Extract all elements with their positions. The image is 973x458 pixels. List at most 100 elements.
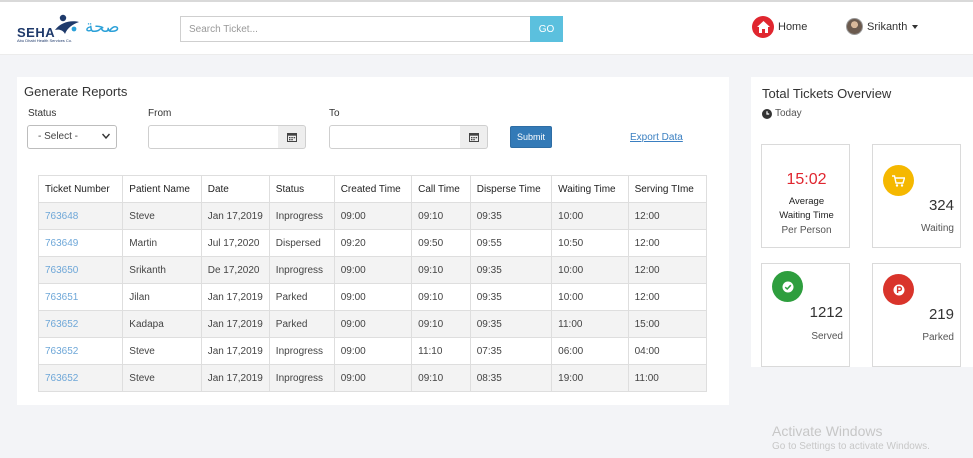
user-name: Srikanth: [867, 20, 908, 33]
table-cell: 09:35: [469, 310, 553, 338]
table-cell: 09:00: [333, 283, 413, 311]
table-row: 763652 Steve Jan 17,2019 Inprogress 09:00 09:…: [37, 364, 708, 392]
seha-logo[interactable]: SEHA Abu Dhabi Health Services Co. صحة: [15, 10, 125, 43]
table-cell: Inprogress: [268, 256, 335, 284]
waiting-label: Waiting: [921, 223, 954, 234]
table-cell: 09:10: [411, 364, 471, 392]
chevron-down-icon: [102, 133, 110, 139]
col-disperse-time: Disperse Time: [469, 175, 553, 203]
overview-title: Total Tickets Overview: [762, 86, 892, 101]
table-cell: 09:10: [411, 283, 471, 311]
to-date-input[interactable]: [329, 125, 461, 149]
table-cell: 12:00: [627, 256, 708, 284]
table-cell: 06:00: [551, 337, 629, 365]
submit-button[interactable]: Submit: [510, 126, 552, 148]
tickets-overview-panel: Total Tickets Overview Today 15:02 Avera…: [751, 77, 973, 367]
app-header: SEHA Abu Dhabi Health Services Co. صحة G…: [0, 2, 973, 55]
home-icon: [752, 16, 774, 38]
status-label: Status: [28, 108, 57, 119]
calendar-icon: [286, 133, 297, 142]
per-person-label: Per Person: [781, 225, 832, 236]
calendar-icon: [468, 133, 479, 142]
table-cell: 09:20: [333, 229, 413, 257]
table-cell: 12:00: [627, 283, 708, 311]
status-select[interactable]: - Select -: [27, 125, 117, 149]
col-waiting-time: Waiting Time: [551, 175, 629, 203]
table-cell: 04:00: [627, 337, 708, 365]
table-row: 763649 Martin Jul 17,2020 Dispersed 09:20 09:…: [37, 229, 708, 257]
table-cell: Inprogress: [268, 337, 335, 365]
table-cell: 09:00: [333, 364, 413, 392]
ticket-number-link[interactable]: 763652: [37, 310, 124, 338]
ticket-number-link[interactable]: 763649: [37, 229, 124, 257]
average-waiting-card: 15:02 Average Waiting Time Per Person: [761, 144, 850, 248]
table-row: 763652 Steve Jan 17,2019 Inprogress 09:00 11:…: [37, 337, 708, 365]
average-label: Average: [788, 196, 825, 207]
table-cell: 12:00: [627, 229, 708, 257]
table-cell: 10:50: [551, 229, 629, 257]
status-selected-value: - Select -: [38, 131, 79, 142]
waiting-count: 324: [928, 197, 954, 214]
table-row: 763652 Kadapa Jan 17,2019 Parked 09:00 09:10 0…: [37, 310, 708, 338]
ticket-number-link[interactable]: 763651: [37, 283, 124, 311]
table-cell: 11:00: [551, 310, 629, 338]
ticket-number-link[interactable]: 763652: [37, 337, 124, 365]
col-serving-time: Serving TIme: [627, 175, 708, 203]
col-date: Date: [200, 175, 270, 203]
table-cell: Martin: [122, 229, 202, 257]
table-cell: Steve: [122, 202, 202, 230]
table-cell: Kadapa: [122, 310, 202, 338]
table-cell: 09:00: [333, 256, 413, 284]
table-cell: Inprogress: [268, 364, 335, 392]
check-icon: [772, 271, 803, 302]
col-status: Status: [268, 175, 335, 203]
clock-icon: [762, 108, 772, 119]
table-cell: 12:00: [627, 202, 708, 230]
generate-reports-panel: Generate Reports Status - Select - From …: [17, 77, 729, 405]
table-row: 763651 Jilan Jan 17,2019 Parked 09:00 09:10 09…: [37, 283, 708, 311]
table-cell: 07:35: [469, 337, 553, 365]
ticket-number-link[interactable]: 763648: [37, 202, 124, 230]
table-cell: Inprogress: [268, 202, 335, 230]
table-cell: Jilan: [122, 283, 202, 311]
parked-card: 219 Parked: [872, 263, 961, 367]
table-cell: Parked: [268, 310, 335, 338]
home-link[interactable]: Home: [752, 16, 807, 38]
ticket-number-link[interactable]: 763652: [37, 364, 124, 392]
table-cell: Jul 17,2020: [200, 229, 270, 257]
table-cell: 11:10: [411, 337, 471, 365]
col-created-time: Created Time: [333, 175, 413, 203]
cart-icon: [883, 165, 914, 196]
table-cell: 09:50: [411, 229, 471, 257]
table-cell: 11:00: [627, 364, 708, 392]
to-calendar-button[interactable]: [460, 125, 488, 149]
home-label: Home: [778, 21, 808, 33]
reports-title: Generate Reports: [24, 84, 128, 99]
table-cell: 08:35: [469, 364, 553, 392]
table-cell: Steve: [122, 364, 202, 392]
table-cell: Steve: [122, 337, 202, 365]
table-cell: Jan 17,2019: [200, 283, 270, 311]
table-header-row: Ticket Number Patient Name Date Status C…: [37, 175, 708, 203]
export-data-link[interactable]: Export Data: [630, 132, 683, 143]
served-card: 1212 Served: [761, 263, 850, 367]
from-date-input[interactable]: [148, 125, 279, 149]
col-ticket-number: Ticket Number: [37, 175, 124, 203]
go-button[interactable]: GO: [530, 16, 563, 42]
table-cell: Jan 17,2019: [200, 202, 270, 230]
served-count: 1212: [809, 304, 843, 321]
ticket-number-link[interactable]: 763650: [37, 256, 124, 284]
from-label: From: [148, 108, 172, 119]
caret-down-icon: [912, 24, 919, 29]
table-cell: 09:10: [411, 256, 471, 284]
to-label: To: [329, 108, 340, 119]
search-ticket-input[interactable]: [180, 16, 531, 42]
from-calendar-button[interactable]: [278, 125, 306, 149]
logo-mark-icon: [55, 14, 79, 34]
table-cell: Jan 17,2019: [200, 310, 270, 338]
user-menu[interactable]: Srikanth: [846, 18, 919, 35]
table-cell: 09:00: [333, 310, 413, 338]
avatar: [846, 18, 863, 35]
average-waiting-time: 15:02: [786, 171, 827, 188]
activate-windows-title: Activate Windows: [772, 423, 883, 439]
